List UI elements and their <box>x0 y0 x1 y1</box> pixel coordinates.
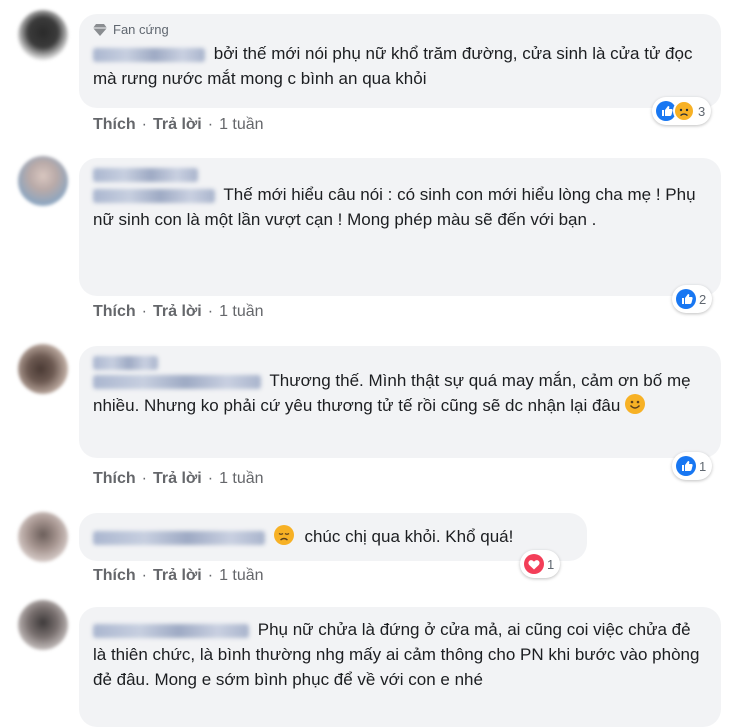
comment-actions: Thích · Trả lời · 1 tuần <box>93 303 264 321</box>
comment-bubble: Fan cứng bởi thế mới nói phụ nữ khổ trăm… <box>79 14 721 108</box>
reaction-count: 1 <box>699 458 707 474</box>
comment-bubble: chúc chị qua khỏi. Khổ quá! <box>79 513 587 561</box>
timestamp[interactable]: 1 tuần <box>219 567 263 585</box>
avatar[interactable] <box>18 600 68 650</box>
comment-text-wrap: bởi thế mới nói phụ nữ khổ trăm đường, c… <box>93 41 707 91</box>
separator: · <box>207 567 214 584</box>
comment-bubble: Thương thế. Mình thật sự quá may mắn, cả… <box>79 346 721 458</box>
comment-text-wrap: Thương thế. Mình thật sự quá may mắn, cả… <box>93 368 707 418</box>
commenter-name[interactable] <box>93 530 265 545</box>
commenter-name-line <box>93 354 707 370</box>
comment-actions: Thích · Trả lời · 1 tuần <box>93 470 264 488</box>
reaction-count: 2 <box>699 291 707 307</box>
comment-actions: Thích · Trả lời · 1 tuần <box>93 116 264 134</box>
separator: · <box>207 303 214 320</box>
commenter-name[interactable] <box>93 355 158 370</box>
separator: · <box>207 116 214 133</box>
reply-link[interactable]: Trả lời <box>153 303 202 321</box>
like-icon <box>676 456 696 476</box>
reaction-count: 1 <box>547 556 555 572</box>
like-link[interactable]: Thích <box>93 116 136 134</box>
comment-bubble: Thế mới hiểu câu nói : có sinh con mới h… <box>79 158 721 296</box>
separator: · <box>141 303 147 320</box>
commenter-name-tail <box>93 188 215 203</box>
fan-badge: Fan cứng <box>93 22 707 37</box>
timestamp[interactable]: 1 tuần <box>219 303 263 321</box>
commenter-name[interactable] <box>93 47 205 62</box>
reply-link[interactable]: Trả lời <box>153 567 202 585</box>
sad-icon <box>673 100 695 122</box>
avatar[interactable] <box>18 156 68 206</box>
fan-badge-label: Fan cứng <box>113 22 169 37</box>
avatar[interactable] <box>18 10 68 60</box>
reply-link[interactable]: Trả lời <box>153 116 202 134</box>
like-link[interactable]: Thích <box>93 567 136 585</box>
reaction-summary[interactable]: 1 <box>672 452 713 480</box>
reaction-summary[interactable]: 2 <box>672 285 713 313</box>
commenter-name[interactable] <box>93 623 249 638</box>
commenter-name-line <box>93 166 707 182</box>
love-icon <box>524 554 544 574</box>
reaction-summary[interactable]: 3 <box>652 97 712 125</box>
comment-text-wrap: Phụ nữ chửa là đứng ở cửa mả, ai cũng co… <box>93 617 707 692</box>
sad-emoji-icon <box>273 525 294 545</box>
like-icon <box>676 289 696 309</box>
avatar[interactable] <box>18 344 68 394</box>
comment-text-wrap: Thế mới hiểu câu nói : có sinh con mới h… <box>93 182 707 232</box>
like-link[interactable]: Thích <box>93 303 136 321</box>
timestamp[interactable]: 1 tuần <box>219 470 263 488</box>
comment-bubble: Phụ nữ chửa là đứng ở cửa mả, ai cũng co… <box>79 607 721 727</box>
comment-text: chúc chị qua khỏi. Khổ quá! <box>304 527 514 546</box>
comment-actions: Thích · Trả lời · 1 tuần <box>93 567 264 585</box>
diamond-icon <box>93 23 107 36</box>
like-link[interactable]: Thích <box>93 470 136 488</box>
reply-link[interactable]: Trả lời <box>153 470 202 488</box>
comment-text-wrap: chúc chị qua khỏi. Khổ quá! <box>93 524 573 549</box>
separator: · <box>141 567 147 584</box>
reaction-count: 3 <box>698 103 706 119</box>
commenter-name-tail <box>93 374 261 389</box>
commenter-name[interactable] <box>93 167 198 182</box>
reaction-summary[interactable]: 1 <box>520 550 561 578</box>
smile-emoji-icon <box>625 394 646 414</box>
separator: · <box>141 470 147 487</box>
timestamp[interactable]: 1 tuần <box>219 116 263 134</box>
separator: · <box>207 470 214 487</box>
avatar[interactable] <box>18 512 68 562</box>
separator: · <box>141 116 147 133</box>
